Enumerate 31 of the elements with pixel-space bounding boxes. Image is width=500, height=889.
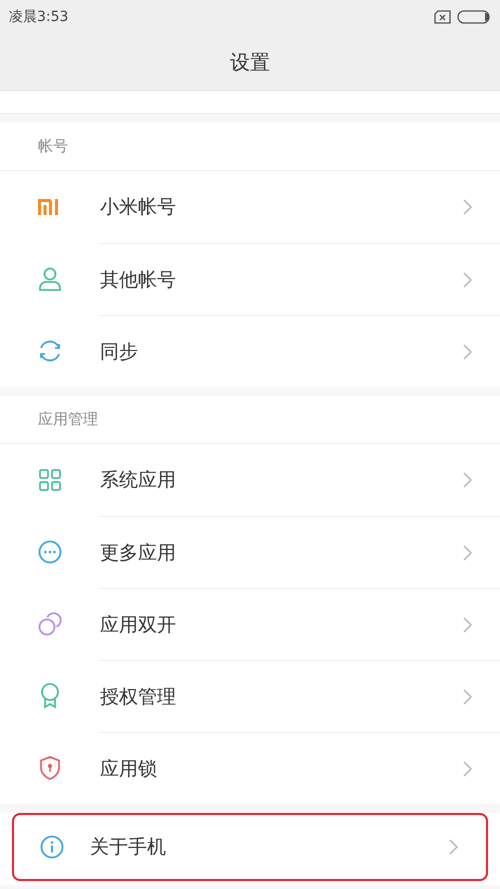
status-time: 凌晨3:53 — [9, 8, 70, 26]
menu-item-label[interactable]: 应用锁 — [100, 756, 463, 782]
chevron-icon — [463, 199, 472, 215]
menu-item-label[interactable]: 小米帐号 — [100, 194, 463, 220]
menu-item-label[interactable]: 系统应用 — [100, 467, 463, 493]
chevron-icon — [463, 472, 472, 488]
menu-item-label[interactable]: 更多应用 — [100, 540, 463, 566]
grid-icon — [39, 469, 61, 491]
badge-icon — [40, 683, 60, 709]
chevron-icon — [463, 616, 472, 632]
chevron-icon — [463, 544, 472, 560]
section-header: 应用管理 — [38, 410, 98, 429]
sync-icon — [38, 339, 62, 363]
more-icon — [38, 540, 62, 564]
menu-item-label[interactable]: 应用双开 — [100, 612, 463, 638]
person-icon — [39, 267, 61, 291]
page-title: 设置 — [230, 48, 270, 76]
two-circles-icon — [38, 612, 62, 636]
battery-icon — [457, 10, 490, 24]
chevron-icon — [463, 688, 472, 704]
menu-item-label[interactable]: 授权管理 — [100, 684, 463, 710]
sim-card-icon — [434, 10, 451, 24]
info-icon — [40, 835, 64, 859]
menu-item-label[interactable]: 同步 — [100, 338, 463, 364]
chevron-icon — [463, 344, 472, 360]
chevron-icon — [463, 272, 472, 288]
chevron-icon — [463, 760, 472, 776]
menu-item-label[interactable]: 其他帐号 — [100, 266, 463, 292]
chevron-icon — [449, 839, 458, 855]
section-header: 帐号 — [38, 137, 68, 156]
shield-lock-icon — [39, 756, 61, 780]
